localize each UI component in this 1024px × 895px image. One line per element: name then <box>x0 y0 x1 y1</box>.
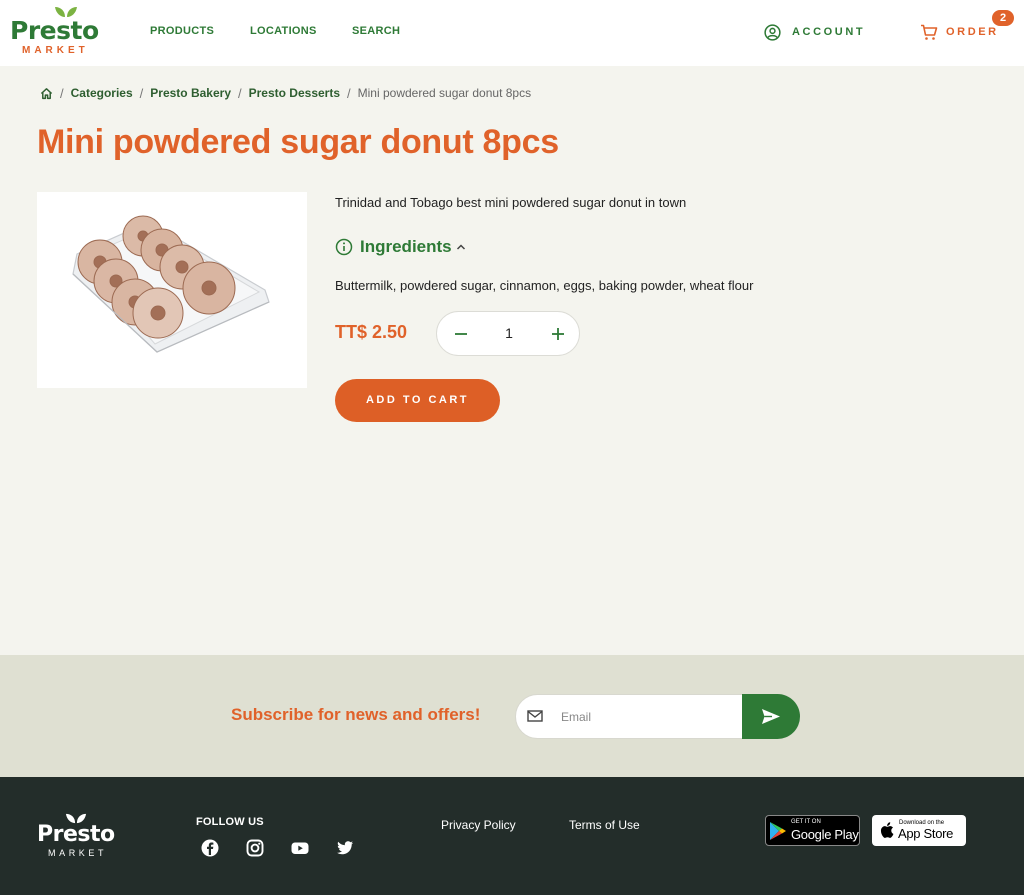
quantity-value[interactable]: 1 <box>489 325 529 341</box>
breadcrumb-categories[interactable]: Categories <box>71 86 133 100</box>
terms-of-use-link[interactable]: Terms of Use <box>569 818 640 832</box>
site-footer: Presto MARKET FOLLOW US Privacy Policy T… <box>0 777 1024 895</box>
google-play-small-text: GET IT ON <box>791 819 821 825</box>
facebook-icon[interactable] <box>200 838 220 858</box>
google-play-big-text: Google Play <box>791 827 859 842</box>
minus-icon[interactable] <box>451 324 471 344</box>
email-input[interactable] <box>561 707 736 727</box>
footer-logo-text: Presto <box>37 822 115 847</box>
product-description: Trinidad and Tobago best mini powdered s… <box>335 195 687 210</box>
add-to-cart-button[interactable]: ADD TO CART <box>335 379 500 422</box>
cart-icon <box>921 24 938 40</box>
quantity-stepper: 1 <box>436 311 580 356</box>
subscribe-submit-button[interactable] <box>742 694 800 739</box>
account-label: ACCOUNT <box>792 26 866 38</box>
breadcrumb-separator: / <box>60 85 64 101</box>
nav-locations[interactable]: LOCATIONS <box>250 25 317 37</box>
nav-search[interactable]: SEARCH <box>352 25 400 37</box>
site-header: Presto MARKET PRODUCTS LOCATIONS SEARCH … <box>0 0 1024 66</box>
chevron-up-icon <box>456 244 465 250</box>
cart-count-badge: 2 <box>992 10 1014 26</box>
account-link[interactable]: ACCOUNT <box>764 23 865 41</box>
apple-icon <box>880 822 894 838</box>
order-label: ORDER <box>946 26 999 38</box>
follow-us-label: FOLLOW US <box>196 816 264 828</box>
product-image <box>37 192 307 388</box>
product-title: Mini powdered sugar donut 8pcs <box>37 123 559 161</box>
order-link[interactable]: ORDER <box>920 23 999 41</box>
app-store-button[interactable]: Download on the App Store <box>872 815 966 846</box>
logo-subtext: MARKET <box>22 45 89 56</box>
logo-text: Presto <box>10 16 99 45</box>
home-icon[interactable] <box>40 87 53 100</box>
breadcrumb-separator: / <box>139 85 144 101</box>
app-store-big-text: App Store <box>898 826 954 841</box>
breadcrumb-separator: / <box>347 85 351 101</box>
subscribe-label: Subscribe for news and offers! <box>231 705 481 724</box>
plus-icon[interactable] <box>548 324 568 344</box>
info-icon <box>335 238 353 256</box>
account-icon <box>764 23 781 41</box>
presto-market-logo[interactable]: Presto MARKET <box>10 6 102 58</box>
footer-logo-subtext: MARKET <box>48 848 108 858</box>
breadcrumb-presto-desserts[interactable]: Presto Desserts <box>249 86 340 100</box>
mail-icon <box>527 710 543 722</box>
ingredients-toggle[interactable]: Ingredients <box>335 237 466 257</box>
google-play-icon <box>770 822 786 840</box>
privacy-policy-link[interactable]: Privacy Policy <box>441 818 516 832</box>
breadcrumb-presto-bakery[interactable]: Presto Bakery <box>150 86 231 100</box>
youtube-icon[interactable] <box>290 838 310 858</box>
instagram-icon[interactable] <box>245 838 265 858</box>
breadcrumb-current: Mini powdered sugar donut 8pcs <box>357 86 532 100</box>
donut-tray-image <box>72 215 270 353</box>
subscribe-section: Subscribe for news and offers! <box>0 655 1024 777</box>
send-icon <box>762 709 780 724</box>
twitter-icon[interactable] <box>335 838 355 858</box>
ingredients-heading: Ingredients <box>360 237 452 256</box>
footer-logo[interactable]: Presto MARKET <box>37 813 122 861</box>
google-play-button[interactable]: GET IT ON Google Play <box>765 815 860 846</box>
ingredients-list: Buttermilk, powdered sugar, cinnamon, eg… <box>335 278 754 293</box>
product-price: TT$ 2.50 <box>335 322 408 342</box>
breadcrumb-separator: / <box>238 85 242 101</box>
nav-products[interactable]: PRODUCTS <box>150 25 214 37</box>
breadcrumb: / Categories / Presto Bakery / Presto De… <box>40 85 531 101</box>
